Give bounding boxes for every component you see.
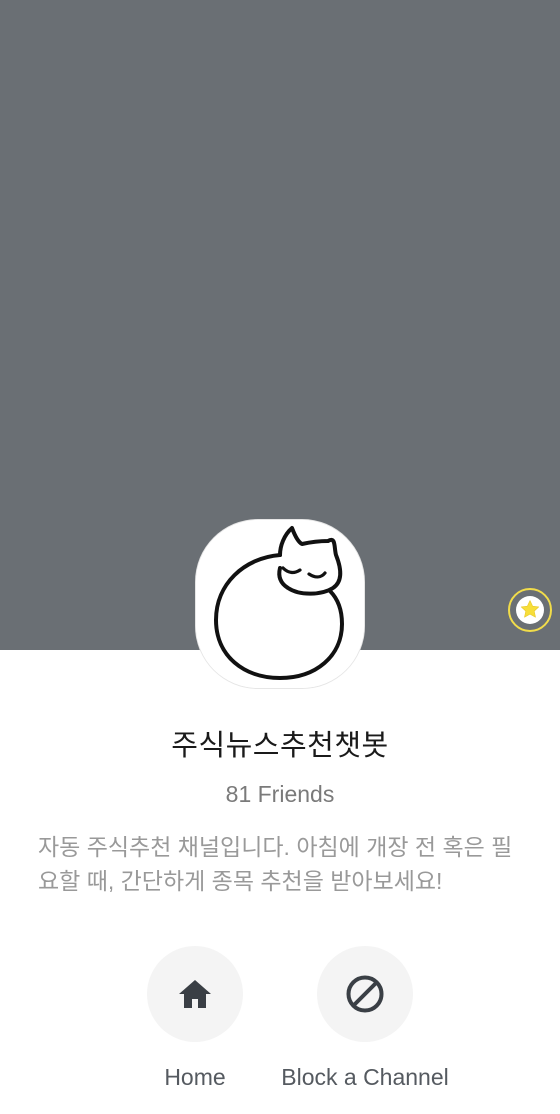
favorite-button[interactable]	[508, 588, 552, 632]
home-icon	[179, 980, 211, 1008]
action-bar: Home Block a Channel	[0, 946, 560, 1106]
channel-name: 주식뉴스추천챗봇	[171, 730, 389, 762]
channel-profile-page: 주식뉴스추천챗봇 81 Friends 자동 주식추천 채널입니다. 아침에 개…	[0, 0, 560, 1114]
star-icon	[516, 596, 544, 624]
sleeping-cat-logo	[196, 520, 364, 688]
block-channel-action[interactable]: Block a Channel	[265, 946, 465, 1091]
block-channel-button[interactable]	[317, 946, 413, 1042]
block-icon	[346, 975, 384, 1013]
friends-count: 81 Friends	[225, 781, 335, 807]
home-button[interactable]	[147, 946, 243, 1042]
profile-image[interactable]	[196, 520, 364, 688]
channel-description: 자동 주식추천 채널입니다. 아침에 개장 전 혹은 필요할 때, 간단하게 종…	[38, 834, 513, 894]
block-channel-label: Block a Channel	[281, 1064, 449, 1090]
